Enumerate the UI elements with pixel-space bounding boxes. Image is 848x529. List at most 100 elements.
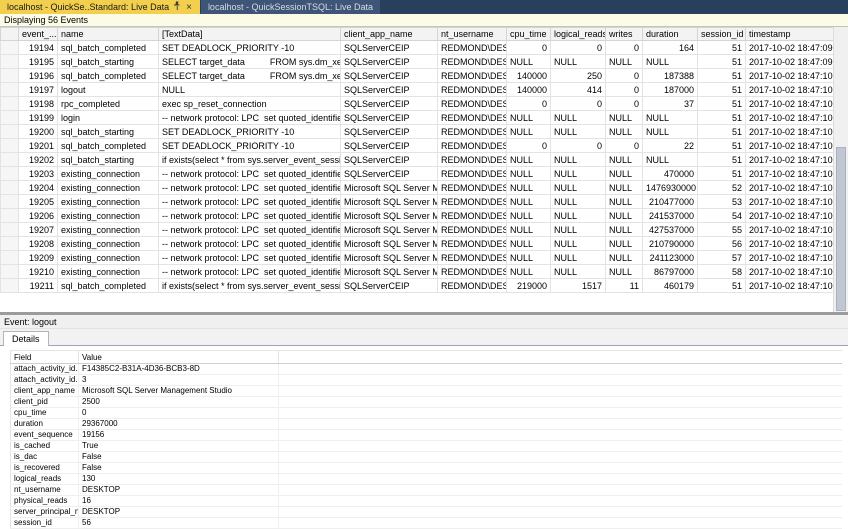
table-row[interactable]: 19209existing_connection-- network proto…: [1, 251, 834, 265]
field-name: duration: [11, 419, 79, 430]
row-selector[interactable]: [1, 265, 19, 279]
table-row[interactable]: 19208existing_connection-- network proto…: [1, 237, 834, 251]
details-row[interactable]: cpu_time0: [11, 408, 843, 419]
row-selector[interactable]: [1, 237, 19, 251]
table-row[interactable]: 19207existing_connection-- network proto…: [1, 223, 834, 237]
table-row[interactable]: 19194sql_batch_completedSET DEADLOCK_PRI…: [1, 41, 834, 55]
row-selector[interactable]: [1, 195, 19, 209]
cell: 2017-10-02 18:47:10.4732396: [746, 265, 834, 279]
table-row[interactable]: 19197logoutNULLSQLServerCEIPREDMOND\DES.…: [1, 83, 834, 97]
cell: 0: [606, 69, 643, 83]
table-row[interactable]: 19203existing_connection-- network proto…: [1, 167, 834, 181]
cell: 53: [698, 195, 746, 209]
column-header[interactable]: writes: [606, 28, 643, 41]
details-column-header[interactable]: Field: [11, 351, 79, 364]
column-header[interactable]: duration: [643, 28, 698, 41]
table-row[interactable]: 19202sql_batch_startingif exists(select …: [1, 153, 834, 167]
row-selector[interactable]: [1, 41, 19, 55]
cell: 2017-10-02 18:47:10.0099593: [746, 139, 834, 153]
field-value: 0: [79, 408, 279, 419]
table-row[interactable]: 19206existing_connection-- network proto…: [1, 209, 834, 223]
field-name: cpu_time: [11, 408, 79, 419]
column-header[interactable]: [TextData]: [159, 28, 341, 41]
scrollbar-thumb[interactable]: [836, 147, 846, 311]
cell: SQLServerCEIP: [341, 41, 438, 55]
details-row[interactable]: client_pid2500: [11, 397, 843, 408]
field-name: attach_activity_id.g...: [11, 364, 79, 375]
details-row[interactable]: attach_activity_id.s...3: [11, 375, 843, 386]
details-row[interactable]: session_id56: [11, 518, 843, 529]
table-row[interactable]: 19195sql_batch_startingSELECT target_dat…: [1, 55, 834, 69]
cell: NULL: [507, 181, 551, 195]
tab-details[interactable]: Details: [3, 331, 49, 346]
cell: -- network protocol: LPC set quoted_iden…: [159, 111, 341, 125]
cell: 52: [698, 181, 746, 195]
column-header[interactable]: client_app_name: [341, 28, 438, 41]
table-row[interactable]: 19211sql_batch_completedif exists(select…: [1, 279, 834, 293]
close-icon[interactable]: ×: [185, 3, 193, 12]
row-selector[interactable]: [1, 125, 19, 139]
details-row[interactable]: is_dacFalse: [11, 452, 843, 463]
details-column-header[interactable]: Value: [79, 351, 279, 364]
row-selector[interactable]: [1, 55, 19, 69]
row-selector[interactable]: [1, 111, 19, 125]
row-selector[interactable]: [1, 83, 19, 97]
row-selector[interactable]: [1, 139, 19, 153]
table-row[interactable]: 19199login-- network protocol: LPC set q…: [1, 111, 834, 125]
cell: sql_batch_starting: [58, 153, 159, 167]
cell: SET DEADLOCK_PRIORITY -10: [159, 139, 341, 153]
details-row[interactable]: attach_activity_id.g...F14385C2-B31A-4D3…: [11, 364, 843, 375]
column-header[interactable]: event_...: [19, 28, 58, 41]
column-header[interactable]: session_id: [698, 28, 746, 41]
table-row[interactable]: 19210existing_connection-- network proto…: [1, 265, 834, 279]
column-header[interactable]: nt_username: [438, 28, 507, 41]
details-row[interactable]: duration29367000: [11, 419, 843, 430]
row-selector[interactable]: [1, 209, 19, 223]
table-row[interactable]: 19201sql_batch_completedSET DEADLOCK_PRI…: [1, 139, 834, 153]
row-selector[interactable]: [1, 153, 19, 167]
table-row[interactable]: 19200sql_batch_startingSET DEADLOCK_PRIO…: [1, 125, 834, 139]
details-row[interactable]: physical_reads16: [11, 496, 843, 507]
column-header[interactable]: name: [58, 28, 159, 41]
table-row[interactable]: 19198rpc_completedexec sp_reset_connecti…: [1, 97, 834, 111]
table-row[interactable]: 19205existing_connection-- network proto…: [1, 195, 834, 209]
cell: Microsoft SQL Server Manage...: [341, 209, 438, 223]
tab-quicksession-standard[interactable]: localhost - QuickSe..Standard: Live Data…: [0, 0, 200, 14]
details-row-filler: [279, 419, 843, 430]
details-row[interactable]: logical_reads130: [11, 474, 843, 485]
cell: 19206: [19, 209, 58, 223]
tab-quicksession-tsql[interactable]: localhost - QuickSessionTSQL: Live Data: [201, 0, 380, 14]
cell: NULL: [643, 111, 698, 125]
row-selector[interactable]: [1, 181, 19, 195]
cell: 19211: [19, 279, 58, 293]
row-selector[interactable]: [1, 69, 19, 83]
row-selector[interactable]: [1, 167, 19, 181]
column-header[interactable]: timestamp: [746, 28, 834, 41]
tab-label: localhost - QuickSessionTSQL: Live Data: [208, 2, 373, 12]
details-row[interactable]: is_recoveredFalse: [11, 463, 843, 474]
details-row[interactable]: is_cachedTrue: [11, 441, 843, 452]
row-selector[interactable]: [1, 97, 19, 111]
details-row[interactable]: server_principal_na...DESKTOP: [11, 507, 843, 518]
grid-vertical-scrollbar[interactable]: [833, 27, 848, 312]
field-value: 19156: [79, 430, 279, 441]
column-header[interactable]: cpu_time: [507, 28, 551, 41]
row-selector[interactable]: [1, 279, 19, 293]
field-name: event_sequence: [11, 430, 79, 441]
details-row[interactable]: client_app_nameMicrosoft SQL Server Mana…: [11, 386, 843, 397]
table-row[interactable]: 19204existing_connection-- network proto…: [1, 181, 834, 195]
table-row[interactable]: 19196sql_batch_completedSELECT target_da…: [1, 69, 834, 83]
column-header[interactable]: logical_reads: [551, 28, 606, 41]
details-row[interactable]: event_sequence19156: [11, 430, 843, 441]
cell: 51: [698, 41, 746, 55]
row-selector[interactable]: [1, 223, 19, 237]
cell: -- network protocol: LPC set quoted_iden…: [159, 223, 341, 237]
cell: 140000: [507, 83, 551, 97]
details-row[interactable]: nt_usernameDESKTOP: [11, 485, 843, 496]
cell: -- network protocol: LPC set quoted_iden…: [159, 195, 341, 209]
cell: NULL: [551, 125, 606, 139]
cell: 164: [643, 41, 698, 55]
pin-icon[interactable]: [173, 1, 181, 13]
row-selector[interactable]: [1, 251, 19, 265]
cell: 1517: [551, 279, 606, 293]
